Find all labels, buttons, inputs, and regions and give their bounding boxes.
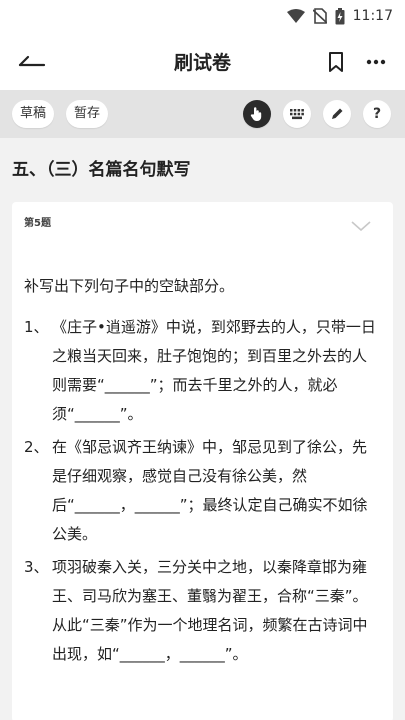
chevron-down-icon[interactable] — [351, 216, 371, 235]
list-item: 1、 《庄子•逍遥游》中说，到郊野去的人，只带一日之粮当天回来，肚子饱饱的；到百… — [24, 313, 381, 429]
item-number: 3、 — [24, 558, 49, 576]
wifi-icon — [286, 9, 305, 23]
app-bar: 刷试卷 — [0, 32, 405, 90]
draft-button[interactable]: 草稿 — [12, 100, 55, 128]
tool-group: ? — [243, 100, 391, 128]
status-time: 11:17 — [352, 8, 393, 24]
status-bar: 11:17 — [0, 0, 405, 32]
battery-charging-icon — [335, 7, 345, 25]
bookmark-icon[interactable] — [323, 48, 349, 76]
help-icon[interactable]: ? — [363, 100, 391, 128]
more-icon[interactable] — [361, 48, 391, 76]
question-instruction: 补写出下列句子中的空缺部分。 — [24, 277, 235, 295]
list-item: 2、 在《邹忌讽齐王纳谏》中，邹忌见到了徐公，先是仔细观察，感觉自己没有徐公美，… — [24, 433, 381, 549]
no-sim-icon — [312, 8, 327, 24]
save-draft-button[interactable]: 暂存 — [66, 100, 109, 128]
back-arrow-icon[interactable] — [12, 46, 52, 76]
question-list: 1、 《庄子•逍遥游》中说，到郊野去的人，只带一日之粮当天回来，肚子饱饱的；到百… — [24, 313, 381, 669]
item-number: 1、 — [24, 318, 49, 336]
question-card: 第5题 补写出下列句子中的空缺部分。 1、 《庄子•逍遥游》中说，到郊野去的人，… — [12, 202, 393, 720]
answer-toolbar: 草稿 暂存 ? — [0, 90, 405, 138]
keyboard-icon[interactable] — [283, 100, 311, 128]
pencil-icon[interactable] — [323, 100, 351, 128]
list-item: 3、 项羽破秦入关，三分关中之地，以秦降章邯为雍王、司马欣为塞王、董翳为翟王，合… — [24, 553, 381, 669]
item-text: 在《邹忌讽齐王纳谏》中，邹忌见到了徐公，先是仔细观察，感觉自己没有徐公美，然后“… — [52, 438, 368, 543]
content-area: 五、（三）名篇名句默写 第5题 补写出下列句子中的空缺部分。 1、 《庄子•逍遥… — [0, 138, 405, 720]
item-number: 2、 — [24, 438, 49, 456]
hand-pointer-icon[interactable] — [243, 100, 271, 128]
section-title: 五、（三）名篇名句默写 — [12, 160, 191, 180]
question-number: 第5题 — [24, 218, 51, 229]
item-text: 《庄子•逍遥游》中说，到郊野去的人，只带一日之粮当天回来，肚子饱饱的；到百里之外… — [52, 318, 376, 423]
item-text: 项羽破秦入关，三分关中之地，以秦降章邯为雍王、司马欣为塞王、董翳为翟王，合称“三… — [52, 558, 368, 663]
